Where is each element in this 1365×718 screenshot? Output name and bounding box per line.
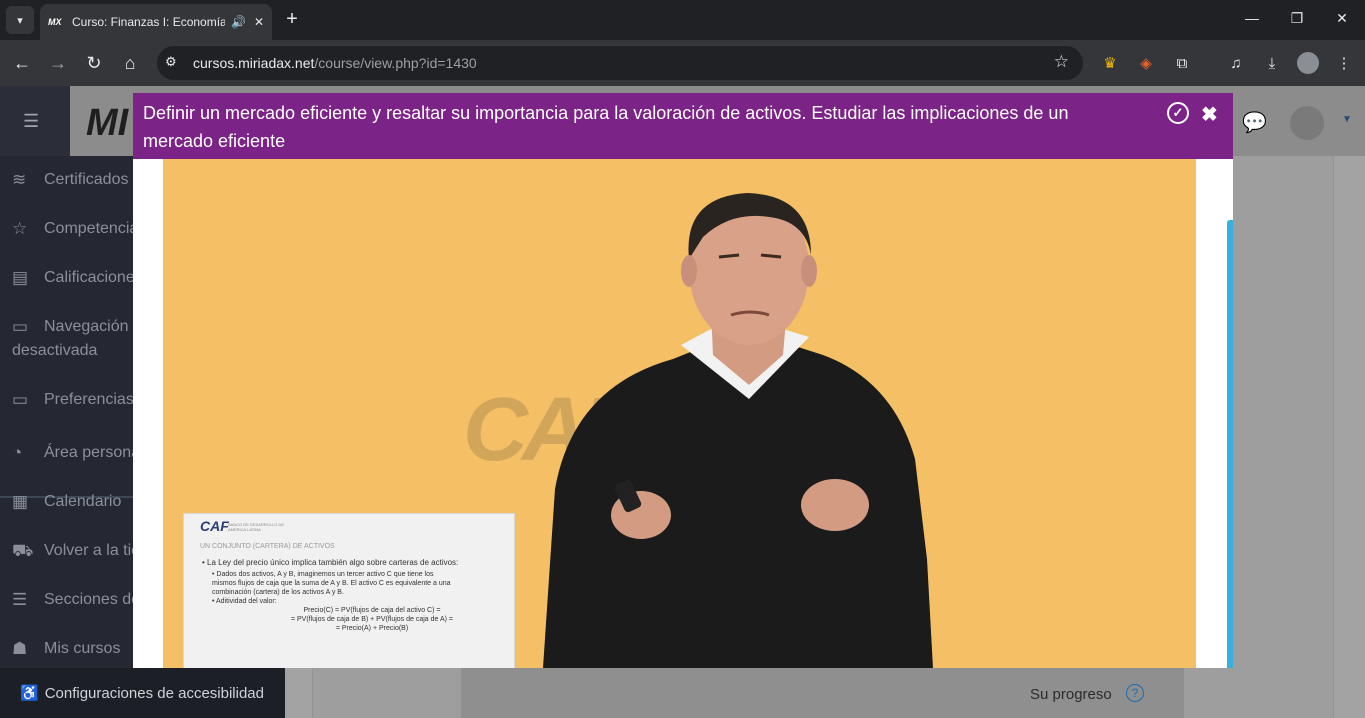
sidebar-item-competencias[interactable]: ☆ Competencias bbox=[12, 217, 146, 241]
cart-icon: ⛟ bbox=[12, 541, 34, 560]
url-text[interactable]: cursos.miriadax.net/course/view.php?id=1… bbox=[193, 55, 477, 71]
modal-scrollbar-thumb[interactable] bbox=[1227, 220, 1233, 668]
browser-tab-active[interactable]: MX Curso: Finanzas I: Economía 🔊 ✕ bbox=[40, 4, 272, 40]
slide-logo-subtitle: BANCO DE DESARROLLO DE AMÉRICA LATINA bbox=[228, 522, 285, 532]
slide-body: • La Ley del precio único implica tambié… bbox=[202, 558, 502, 633]
hamburger-icon[interactable]: ☰ bbox=[23, 111, 39, 132]
calendar-icon: ▦ bbox=[12, 492, 29, 511]
slide-bullet-cont: combinación (cartera) de los activos A y… bbox=[212, 589, 344, 596]
bookmark-star-icon[interactable]: ☆ bbox=[1054, 52, 1069, 72]
sidebar-item-label: Calificaciones bbox=[44, 269, 143, 286]
back-button[interactable]: ← bbox=[10, 51, 34, 75]
sidebar-item-label: Área personal bbox=[44, 444, 144, 461]
activity-modal: Definir un mercado eficiente y resaltar … bbox=[133, 93, 1233, 668]
slide-logo: CAF bbox=[200, 518, 229, 534]
help-icon[interactable]: ? bbox=[1126, 684, 1144, 702]
dashboard-icon: ◔ bbox=[12, 443, 23, 462]
sidebar-item-certificados[interactable]: ≋ Certificados bbox=[12, 168, 128, 192]
video-player[interactable]: CAF CAF BANCO DE DESARROLLO DE AMÉRICA L… bbox=[163, 159, 1196, 668]
window-close-button[interactable]: ✕ bbox=[1332, 10, 1352, 27]
chevron-down-icon[interactable]: ▼ bbox=[1342, 114, 1352, 125]
sidebar-item-calendario[interactable]: ▦ Calendario bbox=[12, 490, 121, 514]
sidebar-item-mis-cursos[interactable]: ☗ Mis cursos bbox=[12, 637, 120, 661]
accessibility-settings-button[interactable]: ♿ Configuraciones de accesibilidad bbox=[0, 668, 285, 718]
site-logo[interactable]: MI bbox=[86, 102, 128, 145]
user-avatar[interactable] bbox=[1290, 106, 1324, 140]
address-bar[interactable]: ⚙ cursos.miriadax.net/course/view.php?id… bbox=[157, 46, 1083, 80]
folder-icon: ▭ bbox=[12, 390, 29, 409]
sidebar-item-label: Mis cursos bbox=[44, 640, 121, 657]
check-circle-icon[interactable]: ✓ bbox=[1167, 102, 1189, 124]
slide-equation: Precio(C) = PV(flujos de caja del activo… bbox=[303, 607, 441, 614]
browser-menu-icon[interactable]: ⋮ bbox=[1333, 52, 1355, 74]
presentation-slide: CAF BANCO DE DESARROLLO DE AMÉRICA LATIN… bbox=[183, 513, 515, 668]
book-icon: ▤ bbox=[12, 268, 29, 287]
new-tab-button[interactable]: + bbox=[282, 8, 302, 31]
sidebar-item-label: Navegación bbox=[44, 318, 129, 335]
restore-button[interactable]: ❐ bbox=[1287, 10, 1307, 27]
sidebar-item-area-personal[interactable]: ◔ Área personal bbox=[12, 441, 144, 465]
slide-bullet-cont: mismos flujos de caja que la suma de A y… bbox=[212, 580, 451, 587]
reload-button[interactable]: ↻ bbox=[82, 51, 106, 75]
site-favicon-icon: MX bbox=[48, 17, 62, 27]
sidebar-header: ☰ bbox=[0, 86, 70, 156]
sidebar-item-label: Certificados bbox=[44, 171, 129, 188]
slide-heading: Un conjunto (cartera) de activos bbox=[200, 543, 335, 550]
close-icon[interactable]: ✖ bbox=[1201, 102, 1218, 127]
slide-bullet: • La Ley del precio único implica tambié… bbox=[202, 558, 459, 567]
home-button[interactable]: ⌂ bbox=[118, 51, 142, 75]
extensions-puzzle-icon[interactable]: ⧉ bbox=[1171, 52, 1193, 74]
modal-header: Definir un mercado eficiente y resaltar … bbox=[133, 93, 1233, 159]
modal-title: Definir un mercado eficiente y resaltar … bbox=[143, 103, 1069, 151]
folder-icon: ▭ bbox=[12, 317, 29, 336]
graduation-extension-icon[interactable]: ◈ bbox=[1135, 52, 1157, 74]
speaker-icon[interactable]: 🔊 bbox=[231, 15, 246, 29]
slide-equation: = PV(flujos de caja de B) + PV(flujos de… bbox=[290, 616, 454, 623]
list-icon: ☰ bbox=[12, 590, 28, 609]
sidebar-item-label: Calendario bbox=[44, 493, 122, 510]
browser-tab-strip: ▾ MX Curso: Finanzas I: Economía 🔊 ✕ + —… bbox=[0, 0, 1365, 40]
media-control-icon[interactable]: ♫ bbox=[1225, 52, 1247, 74]
chevron-down-icon: ▾ bbox=[17, 14, 23, 27]
sidebar-item-label: Preferencias bbox=[44, 391, 134, 408]
forward-button[interactable]: → bbox=[46, 51, 70, 75]
slide-bullet: • Aditividad del valor: bbox=[212, 598, 277, 605]
slide-equation: = Precio(A) + Precio(B) bbox=[335, 625, 409, 632]
site-info-icon[interactable]: ⚙ bbox=[165, 54, 177, 70]
progress-label: Su progreso bbox=[1030, 686, 1112, 703]
sidebar-item-navegacion[interactable]: ▭ Navegación desactivada bbox=[12, 315, 129, 363]
profile-avatar-icon[interactable] bbox=[1297, 52, 1319, 74]
star-icon: ☆ bbox=[12, 219, 28, 238]
download-icon[interactable]: ⤓ bbox=[1261, 52, 1283, 74]
sidebar-item-label-line2: desactivada bbox=[12, 342, 98, 359]
tab-close-button[interactable]: ✕ bbox=[254, 15, 264, 29]
layers-icon: ≋ bbox=[12, 170, 27, 189]
tab-title: Curso: Finanzas I: Economía bbox=[72, 15, 225, 29]
sidebar-item-calificaciones[interactable]: ▤ Calificaciones bbox=[12, 266, 143, 290]
accessibility-icon: ♿ bbox=[20, 685, 39, 702]
tab-search-button[interactable]: ▾ bbox=[6, 6, 34, 34]
crown-extension-icon[interactable]: ♛ bbox=[1099, 52, 1121, 74]
graduation-icon: ☗ bbox=[12, 639, 28, 658]
messages-icon[interactable]: 💬 bbox=[1242, 110, 1267, 135]
accessibility-label: Configuraciones de accesibilidad bbox=[44, 684, 264, 702]
sidebar-item-label: Competencias bbox=[44, 220, 147, 237]
minimize-button[interactable]: — bbox=[1242, 10, 1262, 26]
sidebar-item-preferencias[interactable]: ▭ Preferencias bbox=[12, 388, 134, 412]
browser-toolbar: ← → ↻ ⌂ ⚙ cursos.miriadax.net/course/vie… bbox=[0, 40, 1365, 86]
slide-bullet: • Dados dos activos, A y B, imaginemos u… bbox=[212, 571, 434, 578]
